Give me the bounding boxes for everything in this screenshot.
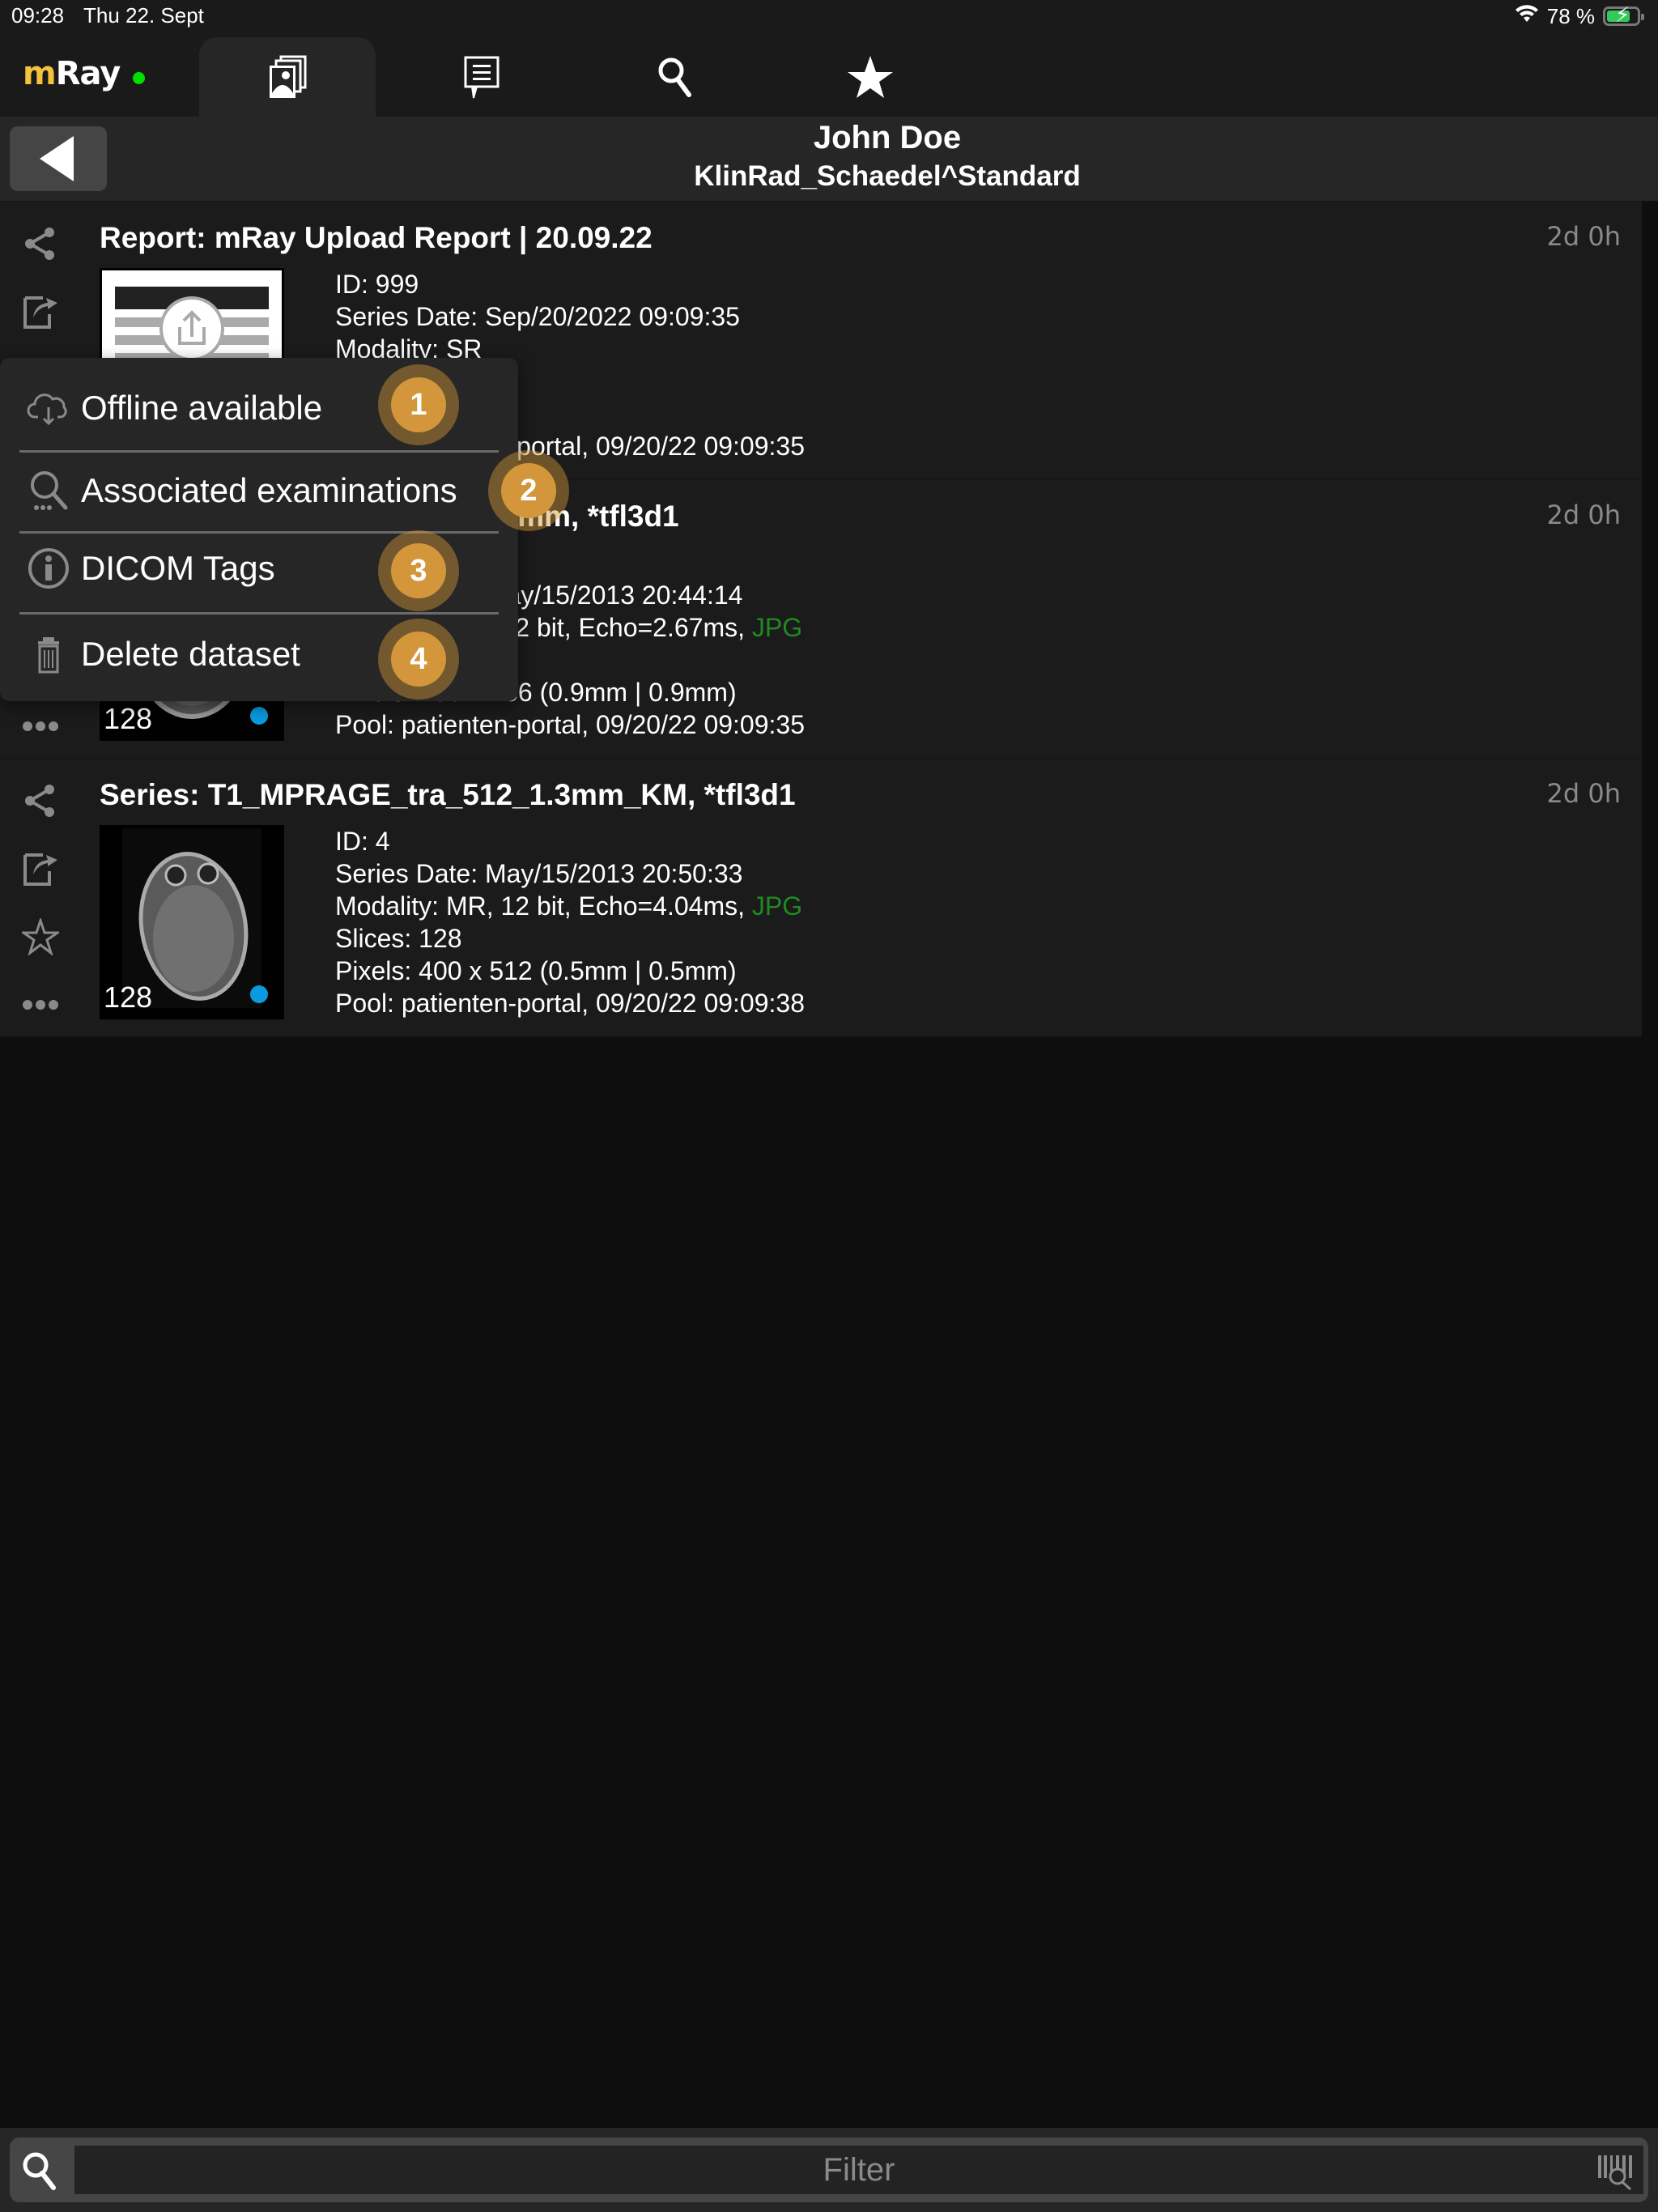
status-dot (250, 707, 268, 725)
tab-search[interactable] (588, 37, 764, 117)
filter-bar (0, 2128, 1658, 2212)
annotation-badge-2: 2 (488, 450, 569, 531)
slice-count: 128 (104, 981, 153, 1014)
trash-icon (26, 632, 71, 677)
wifi-icon (1515, 4, 1539, 29)
patient-header: John Doe KlinRad_Schaedel^Standard (0, 117, 1658, 201)
message-icon (464, 56, 500, 99)
format-label: JPG (751, 891, 803, 921)
cloud-download-icon (26, 385, 71, 431)
more-icon[interactable] (18, 704, 63, 749)
search-icon (658, 57, 691, 97)
study-name: KlinRad_Schaedel^Standard (694, 160, 1081, 192)
star-outline-icon[interactable] (18, 914, 63, 959)
item-title: Report: mRay Upload Report | 20.09.22 (100, 221, 653, 254)
format-label: JPG (751, 613, 803, 642)
series-thumbnail[interactable]: 128 (100, 825, 284, 1019)
item-age: 2d 0h (1546, 221, 1621, 252)
tab-favorites[interactable] (782, 37, 959, 117)
barcode-scan-icon[interactable] (1596, 2152, 1635, 2191)
search-more-icon (26, 468, 71, 513)
search-icon[interactable] (19, 2149, 62, 2191)
star-icon (848, 56, 893, 98)
battery-charging-icon: ⚡ (1603, 4, 1644, 26)
filter-input[interactable] (74, 2146, 1643, 2194)
item-actions (18, 778, 63, 1050)
more-icon[interactable] (18, 982, 63, 1027)
tab-studies[interactable] (199, 37, 376, 117)
item-age: 2d 0h (1546, 500, 1621, 530)
filter-box (10, 2138, 1648, 2202)
status-bar: 09:28 Thu 22. Sept 78 % ⚡ (0, 0, 1658, 32)
export-icon[interactable] (18, 846, 63, 891)
connection-status-dot (133, 72, 145, 84)
status-indicators: 78 % ⚡ (1515, 3, 1644, 29)
status-dot (250, 985, 268, 1003)
image-stack-icon (270, 55, 307, 98)
item-age: 2d 0h (1546, 778, 1621, 809)
status-date: Thu 22. Sept (83, 3, 204, 28)
list-item[interactable]: Series: T1_MPRAGE_tra_512_1.3mm_KM, *tfl… (0, 758, 1642, 1036)
annotation-badge-1: 1 (378, 364, 459, 445)
mray-logo: mRay (23, 55, 121, 92)
share-icon[interactable] (18, 221, 63, 266)
menu-item-associated-examinations[interactable]: Associated examinations (19, 450, 499, 531)
export-icon[interactable] (18, 289, 63, 334)
info-icon (26, 546, 71, 591)
top-nav: mRay (0, 32, 1658, 117)
item-details: ID: 4 Series Date: May/15/2013 20:50:33 … (335, 827, 805, 1018)
item-title: Series: T1_MPRAGE_tra_512_1.3mm_KM, *tfl… (100, 778, 796, 811)
battery-percent: 78 % (1546, 3, 1595, 28)
annotation-badge-3: 3 (378, 530, 459, 611)
slice-count: 128 (104, 702, 153, 735)
item-actions (18, 221, 63, 357)
tab-messages[interactable] (393, 37, 570, 117)
status-time: 09:28 (11, 3, 65, 28)
annotation-badge-4: 4 (378, 619, 459, 700)
share-icon[interactable] (18, 778, 63, 823)
patient-name: John Doe (813, 120, 962, 155)
